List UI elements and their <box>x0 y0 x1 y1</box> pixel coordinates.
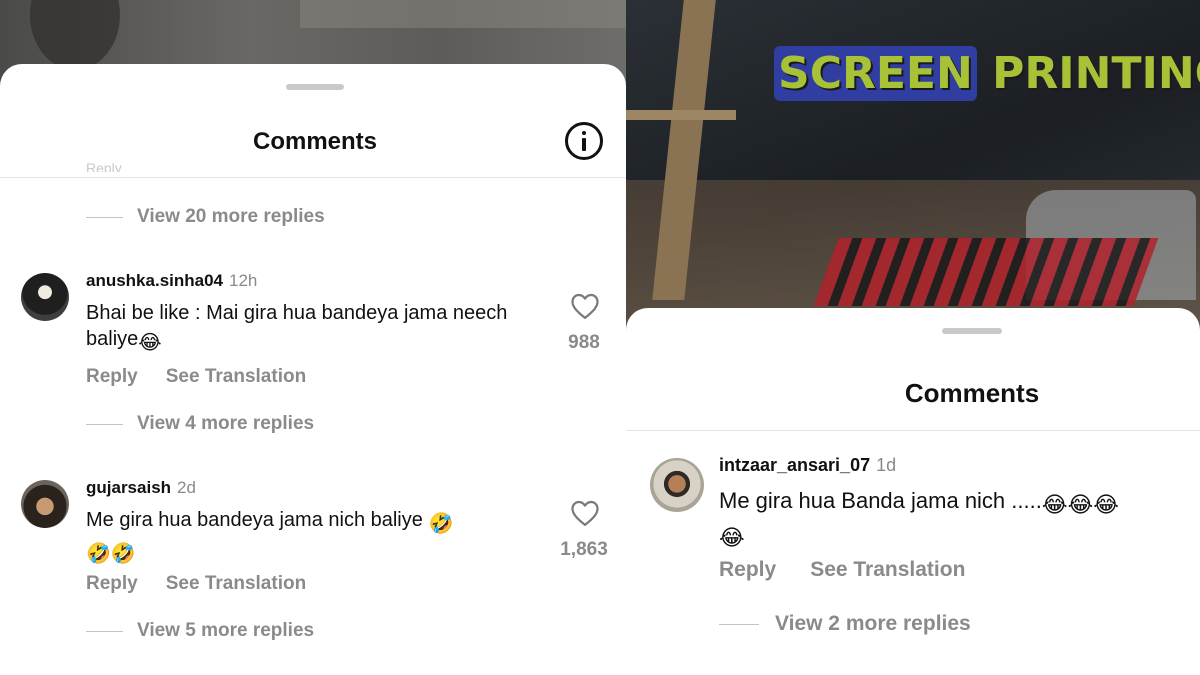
video-wooden-rail <box>626 110 736 120</box>
reply-button[interactable]: Reply <box>86 366 138 388</box>
emoji: 🤣 <box>428 513 454 535</box>
header-divider <box>626 430 1200 431</box>
sheet-title: Comments <box>252 128 378 155</box>
username-text[interactable]: gujarsaish <box>86 478 171 497</box>
comment-actions: Reply See Translation <box>719 558 965 582</box>
emoji: 😂 <box>719 525 745 551</box>
comments-sheet: Comments intzaar_ansari_07 1d Me gira hua… <box>626 308 1200 675</box>
comment-username[interactable]: gujarsaish 2d <box>86 478 196 498</box>
overlay-word-2: PRINTING <box>992 48 1200 99</box>
replies-line <box>719 623 759 625</box>
replies-line <box>86 630 123 632</box>
cut-off-reply-text: Reply <box>86 160 122 172</box>
comment-text: Me gira hua Banda jama nich .....😂😂😂 😂 <box>719 486 1189 552</box>
comments-sheet: Comments Reply View 20 more replies anus… <box>0 64 626 675</box>
emoji: 🤣🤣 <box>86 543 136 566</box>
comment-time: 2d <box>177 478 196 497</box>
right-screenshot: SCREEN PRINTING Comments intzaar_ansari_… <box>626 0 1200 675</box>
like-count: 988 <box>568 332 600 353</box>
comment-body: Me gira hua bandeya jama nich baliye <box>86 509 423 531</box>
video-overlay-text: SCREEN PRINTING <box>774 46 1200 101</box>
avatar[interactable] <box>21 480 69 528</box>
comment-time: 1d <box>876 455 897 475</box>
replies-line <box>86 216 123 218</box>
view-more-replies-link[interactable]: View 5 more replies <box>86 620 314 642</box>
reply-button[interactable]: Reply <box>86 573 138 595</box>
video-figure <box>30 0 120 70</box>
heart-icon[interactable] <box>570 499 600 527</box>
comment-body: Me gira hua Banda jama nich ..... <box>719 488 1042 513</box>
comment-actions: Reply See Translation <box>86 366 306 388</box>
view-more-replies-link[interactable]: View 4 more replies <box>86 413 314 435</box>
sheet-drag-handle[interactable] <box>286 84 344 90</box>
header-divider <box>0 177 626 178</box>
video-striped-fabric <box>813 238 1159 306</box>
video-shelf <box>300 0 626 28</box>
like-count: 1,863 <box>560 539 608 560</box>
emoji: 😂😂😂 <box>1041 492 1119 517</box>
view-replies-label: View 5 more replies <box>137 620 315 641</box>
comment-actions: Reply See Translation <box>86 573 306 595</box>
avatar[interactable] <box>650 458 704 512</box>
left-screenshot: Comments Reply View 20 more replies anus… <box>0 0 626 675</box>
overlay-word-1: SCREEN <box>774 46 977 101</box>
comment-time: 12h <box>229 271 258 290</box>
comment-text: Bhai be like : Mai gira hua bandeya jama… <box>86 300 526 357</box>
emoji: 😂 <box>138 332 162 355</box>
view-more-replies-link[interactable]: View 20 more replies <box>86 206 325 228</box>
info-icon[interactable] <box>565 122 603 160</box>
view-more-replies-link[interactable]: View 2 more replies <box>719 612 971 636</box>
heart-icon[interactable] <box>570 292 600 320</box>
comment-text: Me gira hua bandeya jama nich baliye 🤣 🤣… <box>86 507 526 568</box>
view-replies-label: View 20 more replies <box>137 206 325 227</box>
see-translation-button[interactable]: See Translation <box>166 366 306 388</box>
see-translation-button[interactable]: See Translation <box>810 558 965 582</box>
view-replies-label: View 4 more replies <box>137 413 315 434</box>
sheet-title: Comments <box>904 378 1040 408</box>
reply-button[interactable]: Reply <box>719 558 776 582</box>
comment-username[interactable]: intzaar_ansari_07 1d <box>719 455 896 476</box>
sheet-drag-handle[interactable] <box>942 328 1002 334</box>
username-text[interactable]: intzaar_ansari_07 <box>719 455 870 475</box>
view-replies-label: View 2 more replies <box>775 612 971 635</box>
username-text[interactable]: anushka.sinha04 <box>86 271 223 290</box>
replies-line <box>86 423 123 425</box>
avatar[interactable] <box>21 273 69 321</box>
video-background: SCREEN PRINTING <box>626 0 1200 330</box>
see-translation-button[interactable]: See Translation <box>166 573 306 595</box>
comment-username[interactable]: anushka.sinha04 12h <box>86 271 257 291</box>
